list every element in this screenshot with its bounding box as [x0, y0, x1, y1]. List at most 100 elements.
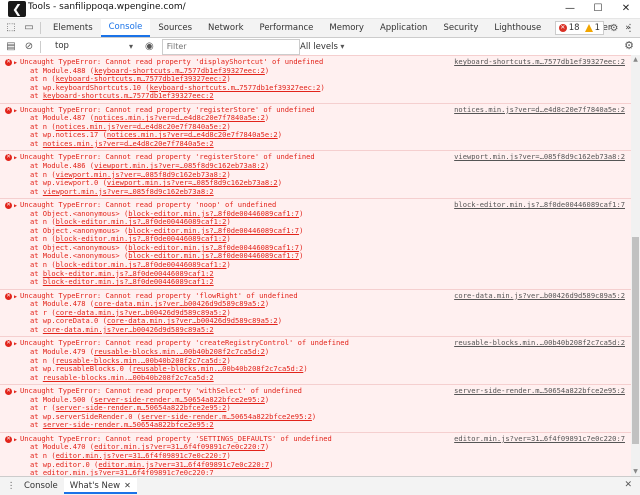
- stack-frame-suffix: ): [226, 404, 231, 413]
- stack-frame-suffix: ): [226, 75, 231, 84]
- stack-frame-link[interactable]: block-editor.min.js?…8f0de00446089caf1:2: [43, 278, 214, 286]
- settings-gear-icon[interactable]: ⚙: [608, 23, 620, 34]
- console-scrollbar[interactable]: ▲ ▼: [631, 55, 640, 476]
- close-drawer-icon[interactable]: ✕: [624, 480, 632, 490]
- error-source-link[interactable]: block-editor.min.js?…8f0de00446089caf1:7: [454, 201, 625, 210]
- stack-frame-link[interactable]: block-editor.min.js?…8f0de00446089caf1:2: [56, 261, 227, 269]
- error-source-link[interactable]: server-side-render.m…50654a822bfce2e95:2: [454, 387, 625, 396]
- expand-triangle-icon[interactable]: ▶: [14, 341, 17, 347]
- stack-frame-link[interactable]: viewport.min.js?ver=…085f8d9c162eb73a8:2: [94, 162, 265, 170]
- stack-frame-link[interactable]: server-side-render.m…50654a822bfce2e95:2: [141, 413, 312, 421]
- drawer-menu-icon[interactable]: ⋮: [4, 481, 18, 491]
- device-toolbar-icon[interactable]: ▭: [22, 22, 36, 34]
- stack-frame-link[interactable]: block-editor.min.js?…8f0de00446089caf1:7: [128, 227, 299, 235]
- scroll-up-arrow-icon[interactable]: ▲: [631, 55, 640, 64]
- kebab-menu-icon[interactable]: ⋮: [624, 23, 636, 34]
- stack-frame-prefix: at Module.470 (: [30, 443, 95, 452]
- stack-frame-link[interactable]: core-data.min.js?ver…b00426d9d589c89a5:2: [56, 309, 227, 317]
- stack-frame-suffix: ): [277, 131, 282, 140]
- stack-frame-link[interactable]: block-editor.min.js?…8f0de00446089caf1:2: [56, 218, 227, 226]
- stack-frame-link[interactable]: server-side-render.m…50654a822bfce2e95:2: [94, 396, 265, 404]
- stack-frame-link[interactable]: keyboard-shortcuts.m…7577db1ef39327eec:2: [94, 67, 265, 75]
- tab-performance[interactable]: Performance: [252, 19, 322, 37]
- window-controls: — ☐ ✕: [556, 0, 640, 18]
- scrollbar-thumb[interactable]: [632, 237, 639, 444]
- stack-frame-link[interactable]: notices.min.js?ver=d…e4d8c20e7f7840a5e:2: [43, 140, 214, 148]
- stack-frame-link[interactable]: reusable-blocks.min.…00b40b208f2c7ca5d:2: [133, 365, 304, 373]
- minimize-icon[interactable]: —: [556, 0, 584, 18]
- warning-count: 1: [594, 23, 600, 33]
- log-levels-dropdown[interactable]: All levels: [300, 40, 344, 54]
- expand-triangle-icon[interactable]: ▶: [14, 108, 17, 114]
- expand-triangle-icon[interactable]: ▶: [14, 294, 17, 300]
- filter-input[interactable]: [161, 38, 300, 55]
- console-settings-gear-icon[interactable]: ⚙: [624, 39, 634, 52]
- stack-frame-prefix: at wp.viewport.0 (: [30, 179, 107, 188]
- error-source-link[interactable]: notices.min.js?ver=d…e4d8c20e7f7840a5e:2: [454, 105, 625, 115]
- stack-frame-link[interactable]: server-side-render.m…50654a822bfce2e95:2: [43, 421, 214, 429]
- stack-frame-link[interactable]: block-editor.min.js?…8f0de00446089caf1:2: [56, 235, 227, 243]
- stack-frame-link[interactable]: core-data.min.js?ver…b00426d9d589c89a5:2: [43, 326, 214, 334]
- stack-frame-link[interactable]: block-editor.min.js?…8f0de00446089caf1:7: [128, 210, 299, 218]
- inspect-element-icon[interactable]: ⬚: [4, 22, 18, 34]
- stack-frame-link[interactable]: viewport.min.js?ver=…085f8d9c162eb73a8:2: [107, 179, 278, 187]
- stack-frame-link[interactable]: editor.min.js?ver=31…6f4f09891c7e0c220:7: [94, 443, 265, 451]
- error-source-link[interactable]: editor.min.js?ver=31…6f4f09891c7e0c220:7: [454, 434, 625, 444]
- tab-network[interactable]: Network: [200, 19, 252, 37]
- error-source-link[interactable]: core-data.min.js?ver…b00426d9d589c89a5:2: [454, 291, 625, 301]
- live-expression-eye-icon[interactable]: ◉: [145, 41, 154, 52]
- stack-frame-link[interactable]: block-editor.min.js?…8f0de00446089caf1:7: [128, 252, 299, 260]
- expand-triangle-icon[interactable]: ▶: [14, 437, 17, 443]
- scroll-down-arrow-icon[interactable]: ▼: [631, 467, 640, 476]
- stack-frame-link[interactable]: viewport.min.js?ver=…085f8d9c162eb73a8:2: [56, 171, 227, 179]
- expand-triangle-icon[interactable]: ▶: [14, 389, 17, 395]
- stack-frame-link[interactable]: core-data.min.js?ver…b00426d9d589c89a5:2: [94, 300, 265, 308]
- stack-frame-link[interactable]: reusable-blocks.min.…00b40b208f2c7ca5d:2: [43, 374, 214, 382]
- stack-frame-link[interactable]: editor.min.js?ver=31…6f4f09891c7e0c220:7: [56, 452, 227, 460]
- error-source-link[interactable]: keyboard-shortcuts.m…7577db1ef39327eec:2: [454, 57, 625, 67]
- issues-counter[interactable]: ✕ 18 1: [554, 21, 604, 35]
- stack-frame-suffix: ): [264, 300, 270, 309]
- context-select[interactable]: top: [51, 40, 137, 53]
- stack-frame-link[interactable]: notices.min.js?ver=d…e4d8c20e7f7840a5e:2: [94, 114, 265, 122]
- stack-frame-link[interactable]: viewport.min.js?ver=…085f8d9c162eb73a8:2: [43, 188, 214, 196]
- maximize-icon[interactable]: ☐: [584, 0, 612, 18]
- stack-frame-link[interactable]: block-editor.min.js?…8f0de00446089caf1:2: [43, 270, 214, 278]
- tab-elements[interactable]: Elements: [45, 19, 101, 37]
- stack-frame-link[interactable]: reusable-blocks.min.…00b40b208f2c7ca5d:2: [56, 357, 227, 365]
- tab-memory[interactable]: Memory: [321, 19, 372, 37]
- sidebar-toggle-icon[interactable]: ▤: [4, 41, 18, 53]
- drawer-tab-console[interactable]: Console: [18, 478, 64, 494]
- tab-application[interactable]: Application: [372, 19, 436, 37]
- stack-frame-link[interactable]: core-data.min.js?ver…b00426d9d589c89a5:2: [107, 317, 278, 325]
- stack-frame-link[interactable]: notices.min.js?ver=d…e4d8c20e7f7840a5e:2: [107, 131, 278, 139]
- stack-frame-link[interactable]: server-side-render.m…50654a822bfce2e95:2: [56, 404, 227, 412]
- expand-triangle-icon[interactable]: ▶: [14, 155, 17, 161]
- close-tab-icon[interactable]: ✕: [124, 481, 131, 490]
- error-source-link[interactable]: viewport.min.js?ver=…085f8d9c162eb73a8:2: [454, 153, 625, 162]
- stack-frame-link[interactable]: keyboard-shortcuts.m…7577db1ef39327eec:2: [150, 84, 321, 92]
- tab-security[interactable]: Security: [435, 19, 486, 37]
- stack-frame-link[interactable]: reusable-blocks.min.…00b40b208f2c7ca5d:2: [94, 348, 265, 356]
- drawer-tab-whats-new[interactable]: What's New ✕: [63, 478, 137, 494]
- error-source-link[interactable]: reusable-blocks.min.…00b40b208f2c7ca5d:2: [454, 339, 625, 348]
- stack-frame-link[interactable]: block-editor.min.js?…8f0de00446089caf1:7: [128, 244, 299, 252]
- tab-lighthouse[interactable]: Lighthouse: [486, 19, 549, 37]
- error-message: Uncaught TypeError: Cannot read property…: [20, 291, 298, 300]
- clear-console-icon[interactable]: ⊘: [22, 41, 36, 53]
- expand-triangle-icon[interactable]: ▶: [14, 60, 17, 66]
- expand-triangle-icon[interactable]: ▶: [14, 203, 17, 209]
- stack-frame-link[interactable]: keyboard-shortcuts.m…7577db1ef39327eec:2: [56, 75, 227, 83]
- tab-sources[interactable]: Sources: [150, 19, 200, 37]
- tab-console[interactable]: Console: [100, 19, 151, 37]
- stack-frame-link[interactable]: editor.min.js?ver=31…6f4f09891c7e0c220:7: [43, 469, 214, 476]
- stack-frame-link[interactable]: editor.min.js?ver=31…6f4f09891c7e0c220:7: [98, 461, 269, 469]
- stack-frame-suffix: ): [320, 83, 325, 92]
- stack-frame-prefix: at r (: [30, 404, 56, 413]
- close-icon[interactable]: ✕: [612, 0, 640, 18]
- stack-frame-link[interactable]: notices.min.js?ver=d…e4d8c20e7f7840a5e:2: [56, 123, 227, 131]
- back-arrow-icon[interactable]: ❮: [8, 1, 26, 17]
- stack-frame-link[interactable]: keyboard-shortcuts.m…7577db1ef39327eec:2: [43, 92, 214, 100]
- stack-frame-suffix: ): [277, 179, 282, 188]
- stack-frame-prefix: at Object.<anonymous> (: [30, 226, 129, 235]
